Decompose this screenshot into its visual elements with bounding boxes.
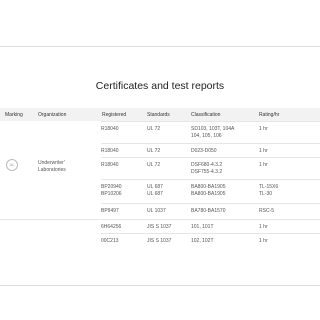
rating-cell: 1 hr [259,238,268,244]
registered-cell: R18040 [101,162,119,168]
table-row: BP20940 BP10206 UL 687 UL 687 BA800-BA19… [101,179,320,204]
classification-cell: 101, 101T [191,224,214,230]
classification-cell: BA780-BA1570 [191,208,226,214]
standards-cell: JIS S 1037 [147,238,172,244]
table-row: R18040 UL 72 D023-D050 1 hr [101,143,320,158]
page-title: Certificates and test reports [95,80,225,92]
table-row: R18040 UL 72 DSF680-4.3.2 DSF755-4.3.2 1… [101,157,320,180]
organization-cell: Underwriter' Laboratories [38,160,66,173]
standards-cell: UL 72 [147,162,161,168]
registered-cell: BP20940 BP10206 [101,184,122,197]
table-row: BP9497 UL 1037 BA780-BA1570 RSC-5 [101,203,320,220]
table-row: 6H64256 JIS S 1037 101, 101T 1 hr [101,219,320,234]
header-rating: Rating/hr [259,112,280,118]
registered-cell: R18040 [101,148,119,154]
standards-cell: UL 72 [147,148,161,154]
table-row: R18040 UL 72 SD103, 103T, 104A 104, 105,… [101,121,320,144]
header-standards: Standards [147,112,170,118]
registered-cell: BP9497 [101,208,119,214]
standards-cell: UL 72 [147,126,161,132]
rating-cell: 1 hr [259,126,268,132]
bottom-divider [0,285,320,286]
certificates-table: Marking Organization Registered Standard… [0,108,320,247]
standards-cell: JIS S 1037 [147,224,172,230]
registered-cell: 6H64256 [101,224,122,230]
table-body: UL Underwriter' Laboratories R18040 UL 7… [0,121,320,247]
standards-cell: UL 1037 [147,208,166,214]
table-row: 00C213 JIS S 1037 102, 102T 1 hr [101,233,320,248]
classification-cell: D023-D050 [191,148,217,154]
standards-cell: UL 687 UL 687 [147,184,163,197]
header-marking: Marking [5,112,23,118]
rating-cell: 1 hr [259,148,268,154]
classification-cell: BA800-BA1905 BA800-BA1905 [191,184,226,197]
classification-cell: SD103, 103T, 104A 104, 105, 106 [191,126,235,139]
header-registered: Registered [102,112,127,118]
registered-cell: R18040 [101,126,119,132]
ul-mark-icon: UL [6,159,18,171]
classification-cell: 102, 102T [191,238,214,244]
registered-cell: 00C213 [101,238,119,244]
rating-cell: 1 hr [259,224,268,230]
classification-cell: DSF680-4.3.2 DSF755-4.3.2 [191,162,223,175]
header-organization: Organization [38,112,67,118]
rating-cell: RSC-5 [259,208,275,214]
rating-cell: 1 hr [259,162,268,168]
group-divider [0,219,100,220]
header-classification: Classification [191,112,221,118]
rating-cell: TL-15X6 TL-30 [259,184,279,197]
top-divider [0,46,320,47]
table-header: Marking Organization Registered Standard… [0,108,320,121]
